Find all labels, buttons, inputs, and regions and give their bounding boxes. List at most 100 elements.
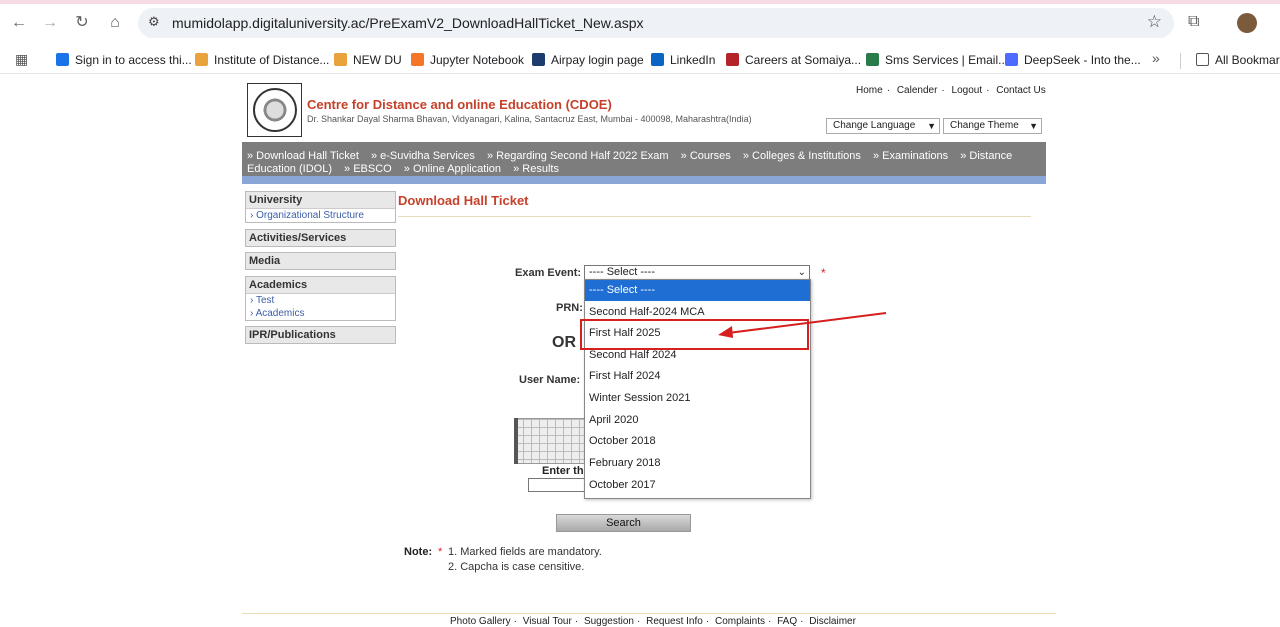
contact-us-link[interactable]: Contact Us (996, 85, 1045, 96)
back-arrow-icon[interactable]: ← (10, 14, 28, 32)
dropdown-option[interactable]: First Half 2024 (585, 366, 810, 387)
home-link[interactable]: Home (856, 85, 883, 96)
note-label: Note: (404, 546, 433, 558)
sidebar-item-test[interactable]: › Test (246, 294, 395, 307)
menu-examinations[interactable]: » Examinations (873, 150, 948, 162)
bookmark-label: Institute of Distance... (214, 53, 330, 67)
sidebar-item-label: Test (255, 295, 275, 306)
profile-avatar[interactable] (1237, 13, 1257, 33)
extensions-icon[interactable]: ⧉ (1188, 13, 1199, 31)
exam-event-select[interactable]: ---- Select ---- ⌄ (584, 265, 810, 280)
footer-suggestion[interactable]: Suggestion (584, 616, 634, 627)
bookmark-item[interactable]: NEW DU (334, 50, 402, 70)
bookmark-favicon-icon (1005, 53, 1018, 66)
change-theme-select[interactable]: Change Theme ▼ (943, 118, 1042, 134)
web-page: Centre for Distance and online Education… (0, 75, 1280, 627)
bookmark-favicon-icon (334, 53, 347, 66)
sidebar-activities-header[interactable]: Activities/Services (246, 230, 395, 246)
all-bookmarks-label: All Bookmarks (1215, 53, 1280, 67)
site-info-icon[interactable]: ⚙ (148, 14, 160, 30)
or-label: OR (552, 334, 576, 351)
sidebar-activities[interactable]: Activities/Services (245, 229, 396, 247)
calender-link[interactable]: Calender (897, 85, 938, 96)
chevron-down-icon: ⌄ (797, 267, 806, 278)
bookmark-star-icon[interactable]: ☆ (1147, 12, 1162, 32)
logout-link[interactable]: Logout (952, 85, 983, 96)
bookmark-favicon-icon (532, 53, 545, 66)
sidebar-ipr[interactable]: IPR/Publications (245, 326, 396, 344)
sidebar-media-header[interactable]: Media (246, 253, 395, 269)
menu-second-half-2022[interactable]: » Regarding Second Half 2022 Exam (487, 150, 669, 162)
sidebar-item-academics[interactable]: › Academics (246, 307, 395, 320)
apps-grid-icon[interactable]: ▦ (15, 51, 28, 68)
menu-results[interactable]: » Results (513, 163, 559, 175)
menu-download-hall-ticket[interactable]: » Download Hall Ticket (247, 150, 359, 162)
captcha-input[interactable] (528, 478, 586, 492)
chevron-down-icon: ▼ (927, 121, 936, 131)
bookmark-favicon-icon (866, 53, 879, 66)
dropdown-option[interactable]: ---- Select ---- (585, 280, 810, 301)
note-line-2: 2. Capcha is case censitive. (448, 561, 585, 573)
change-theme-label: Change Theme (950, 120, 1019, 131)
folder-icon (1196, 53, 1209, 66)
bookmark-favicon-icon (651, 53, 664, 66)
sidebar-ipr-header[interactable]: IPR/Publications (246, 327, 395, 343)
sidebar-item-label: Organizational Structure (256, 210, 364, 221)
bookmarks-separator (1180, 53, 1181, 69)
bookmark-item[interactable]: DeepSeek - Into the... (1005, 50, 1141, 70)
bookmark-label: Careers at Somaiya... (745, 53, 862, 67)
note-line-1: 1. Marked fields are mandatory. (448, 546, 602, 558)
all-bookmarks-folder[interactable]: All Bookmarks (1196, 50, 1280, 70)
bookmark-label: Jupyter Notebook (430, 53, 525, 67)
menu-online-application[interactable]: » Online Application (404, 163, 501, 175)
sidebar-academics: Academics › Test › Academics (245, 276, 396, 321)
bookmark-item[interactable]: LinkedIn (651, 50, 715, 70)
url-text[interactable]: mumidolapp.digitaluniversity.ac/PreExamV… (172, 15, 644, 31)
footer-visual-tour[interactable]: Visual Tour (523, 616, 572, 627)
dropdown-option[interactable]: October 2017 (585, 475, 810, 496)
more-bookmarks-chevron-icon[interactable]: » (1152, 50, 1160, 66)
dropdown-option[interactable]: February 2018 (585, 453, 810, 474)
reload-icon[interactable]: ↻ (73, 14, 91, 32)
menu-e-suvidha[interactable]: » e-Suvidha Services (371, 150, 475, 162)
exam-event-label: Exam Event: (515, 267, 582, 279)
bookmark-favicon-icon (726, 53, 739, 66)
home-icon[interactable]: ⌂ (106, 14, 124, 32)
change-language-select[interactable]: Change Language ▼ (826, 118, 940, 134)
footer-complaints[interactable]: Complaints (715, 616, 765, 627)
site-address: Dr. Shankar Dayal Sharma Bhavan, Vidyana… (307, 114, 752, 124)
bookmark-label: DeepSeek - Into the... (1024, 53, 1141, 67)
dropdown-option[interactable]: Winter Session 2021 (585, 388, 810, 409)
footer-faq[interactable]: FAQ (777, 616, 797, 627)
menu-ebsco[interactable]: » EBSCO (344, 163, 392, 175)
browser-toolbar: ← → ↻ ⌂ ⚙ mumidolapp.digitaluniversity.a… (0, 0, 1280, 46)
dropdown-option[interactable]: April 2020 (585, 410, 810, 431)
sidebar-item-organizational-structure[interactable]: › Organizational Structure (246, 209, 395, 222)
forward-arrow-icon[interactable]: → (41, 14, 59, 32)
search-button[interactable]: Search (556, 514, 691, 532)
dropdown-option[interactable]: October 2018 (585, 431, 810, 452)
sidebar-academics-header: Academics (246, 277, 395, 294)
bookmark-item[interactable]: Sms Services | Email... (866, 50, 1008, 70)
arrow-shaft (727, 312, 887, 334)
bookmark-item[interactable]: Institute of Distance... (195, 50, 329, 70)
footer-disclaimer[interactable]: Disclaimer (809, 616, 856, 627)
sidebar-media[interactable]: Media (245, 252, 396, 270)
bookmark-label: LinkedIn (670, 53, 716, 67)
footer-request-info[interactable]: Request Info (646, 616, 703, 627)
bookmark-item[interactable]: Airpay login page (532, 50, 644, 70)
bookmark-item[interactable]: Careers at Somaiya... (726, 50, 861, 70)
bookmarks-bar: ▦ Sign in to access thi... Institute of D… (0, 46, 1280, 74)
prn-label: PRN: (556, 302, 583, 314)
captcha-image (514, 418, 586, 464)
bookmark-label: Sign in to access thi... (75, 53, 192, 67)
address-bar[interactable]: ⚙ mumidolapp.digitaluniversity.ac/PreExa… (138, 8, 1174, 38)
chevron-down-icon: ▼ (1029, 121, 1038, 131)
bookmark-item[interactable]: Jupyter Notebook (411, 50, 524, 70)
footer-photo-gallery[interactable]: Photo Gallery (450, 616, 511, 627)
university-logo (247, 83, 302, 137)
required-marker: * (821, 266, 826, 280)
menu-courses[interactable]: » Courses (681, 150, 731, 162)
menu-colleges[interactable]: » Colleges & Institutions (743, 150, 861, 162)
bookmark-item[interactable]: Sign in to access thi... (56, 50, 192, 70)
